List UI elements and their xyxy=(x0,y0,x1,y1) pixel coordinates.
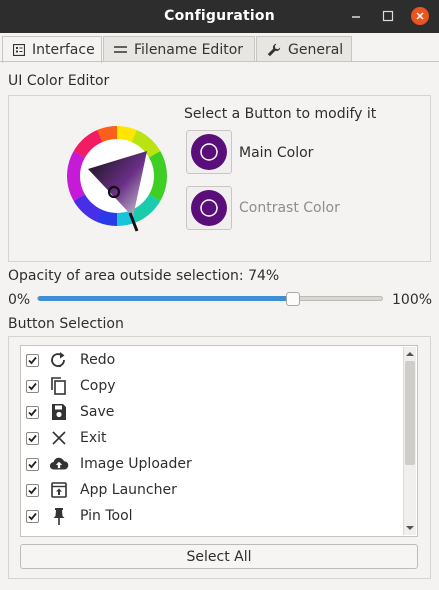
interface-icon xyxy=(13,44,25,56)
wrench-icon xyxy=(267,43,281,57)
title-bar: Configuration xyxy=(0,0,439,33)
contrast-color-swatch xyxy=(191,190,227,226)
redo-checkbox[interactable] xyxy=(26,353,39,367)
list-item-exit[interactable]: Exit xyxy=(23,425,401,451)
scroll-up-arrow-icon[interactable] xyxy=(404,348,416,360)
scroll-down-arrow-icon[interactable] xyxy=(404,522,416,534)
list-item-redo[interactable]: Redo xyxy=(23,347,401,373)
list-item-copy[interactable]: Copy xyxy=(23,373,401,399)
app-launcher-label: App Launcher xyxy=(80,482,177,498)
opacity-slider-fill xyxy=(38,296,295,301)
maximize-icon xyxy=(382,10,394,22)
list-item-save[interactable]: Save xyxy=(23,399,401,425)
opacity-min-label: 0% xyxy=(8,292,31,308)
list-item-pin-tool[interactable]: Pin Tool xyxy=(23,503,401,529)
check-icon xyxy=(28,434,37,442)
opacity-max-label: 100% xyxy=(392,292,433,308)
opacity-slider-handle[interactable] xyxy=(286,292,301,306)
check-icon xyxy=(28,486,37,494)
check-icon xyxy=(28,460,37,468)
main-color-label: Main Color xyxy=(239,145,314,161)
tab-bar: Interface Filename Editor General xyxy=(0,36,439,63)
save-checkbox[interactable] xyxy=(26,405,39,419)
scrollbar-thumb[interactable] xyxy=(405,361,415,465)
color-wheel[interactable] xyxy=(67,121,170,233)
redo-label: Redo xyxy=(80,352,116,368)
select-all-button[interactable]: Select All xyxy=(20,544,418,569)
tab-general[interactable]: General xyxy=(256,36,352,62)
copy-label: Copy xyxy=(80,378,116,394)
opacity-slider-track[interactable] xyxy=(37,296,383,301)
main-color-button[interactable] xyxy=(186,130,232,174)
window-title: Configuration xyxy=(164,8,275,24)
save-label: Save xyxy=(80,404,115,420)
close-icon xyxy=(49,428,69,448)
button-list[interactable]: Redo Copy Save Exit Image Uploader App L… xyxy=(20,345,418,537)
pin-tool-checkbox[interactable] xyxy=(26,509,39,523)
tab-filename-editor[interactable]: Filename Editor xyxy=(103,36,255,62)
app-launcher-checkbox[interactable] xyxy=(26,483,39,497)
lines-icon xyxy=(114,45,127,55)
exit-checkbox[interactable] xyxy=(26,431,39,445)
check-icon xyxy=(28,382,37,390)
redo-icon xyxy=(49,350,69,370)
minimize-icon xyxy=(352,16,360,18)
contrast-color-label: Contrast Color xyxy=(239,200,340,216)
maximize-button[interactable] xyxy=(378,6,398,26)
main-color-swatch xyxy=(191,134,227,170)
tab-general-label: General xyxy=(288,41,344,58)
cloud-upload-icon xyxy=(49,454,69,474)
tab-interface-label: Interface xyxy=(32,42,95,58)
pin-tool-label: Pin Tool xyxy=(80,508,133,524)
app-launcher-icon xyxy=(49,480,69,500)
list-scrollbar[interactable] xyxy=(403,347,416,535)
check-icon xyxy=(28,408,37,416)
close-window-button[interactable] xyxy=(410,6,430,26)
color-editor-instruction: Select a Button to modify it xyxy=(184,106,377,122)
copy-icon xyxy=(49,376,69,396)
exit-label: Exit xyxy=(80,430,107,446)
color-editor-heading: UI Color Editor xyxy=(8,73,110,89)
opacity-label: Opacity of area outside selection: 74% xyxy=(8,268,280,284)
tab-interface[interactable]: Interface xyxy=(2,36,102,63)
pin-icon xyxy=(49,506,69,526)
copy-checkbox[interactable] xyxy=(26,379,39,393)
tab-filename-editor-label: Filename Editor xyxy=(134,41,244,58)
minimize-button[interactable] xyxy=(346,6,366,26)
list-item-app-launcher[interactable]: App Launcher xyxy=(23,477,401,503)
image-uploader-checkbox[interactable] xyxy=(26,457,39,471)
image-uploader-label: Image Uploader xyxy=(80,456,192,472)
check-icon xyxy=(28,512,37,520)
save-icon xyxy=(49,402,69,422)
list-item-image-uploader[interactable]: Image Uploader xyxy=(23,451,401,477)
contrast-color-button[interactable] xyxy=(186,186,232,230)
check-icon xyxy=(28,356,37,364)
button-selection-heading: Button Selection xyxy=(8,316,124,332)
close-icon xyxy=(411,7,429,25)
